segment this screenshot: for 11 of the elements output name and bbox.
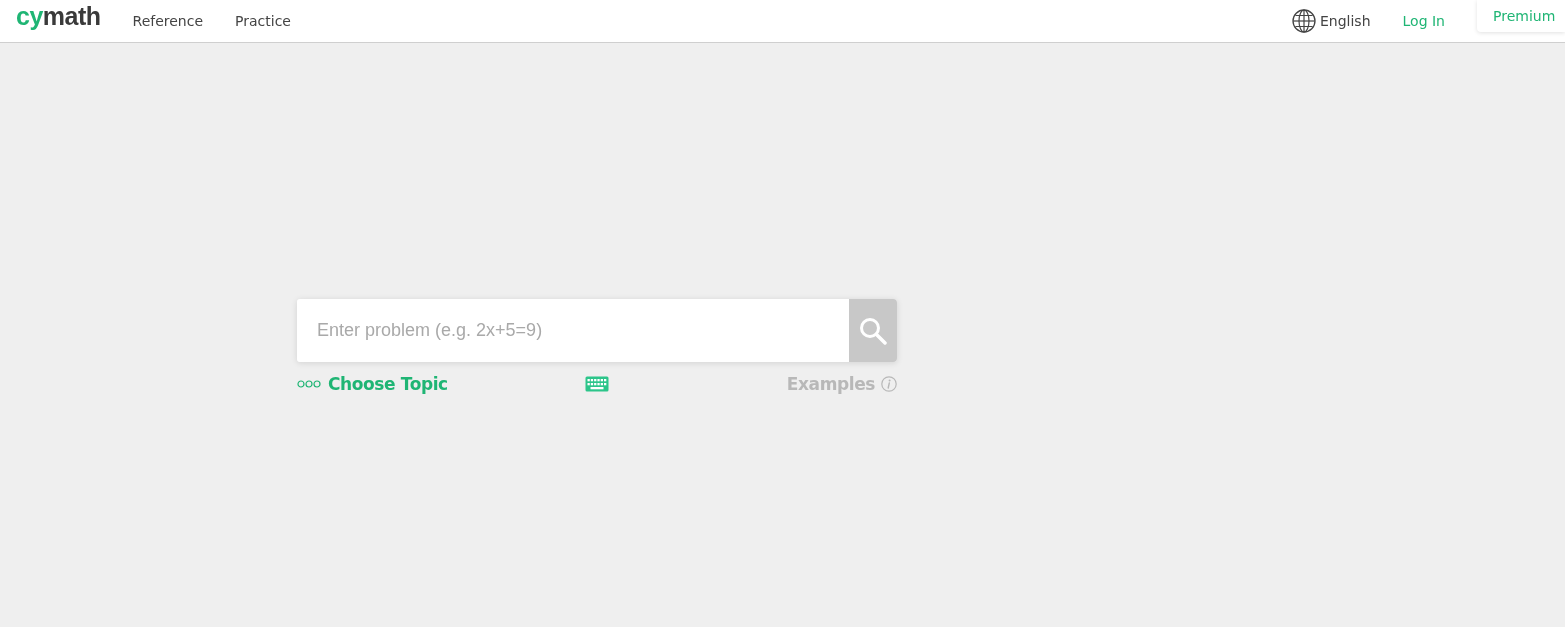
language-selector[interactable]: English	[1319, 13, 1371, 29]
logo[interactable]: cymath	[16, 1, 101, 31]
problem-input-field[interactable]: Enter problem (e.g. 2x+5=9)	[297, 299, 849, 362]
keyboard-icon[interactable]	[585, 376, 609, 392]
nav-link[interactable]: Reference	[132, 13, 204, 29]
globe-icon[interactable]	[1291, 9, 1316, 33]
search-button[interactable]	[849, 299, 897, 362]
search-icon	[859, 316, 887, 345]
dots-icon	[297, 380, 321, 388]
nav-link[interactable]: Practice	[235, 13, 291, 29]
info-icon[interactable]	[881, 376, 897, 392]
